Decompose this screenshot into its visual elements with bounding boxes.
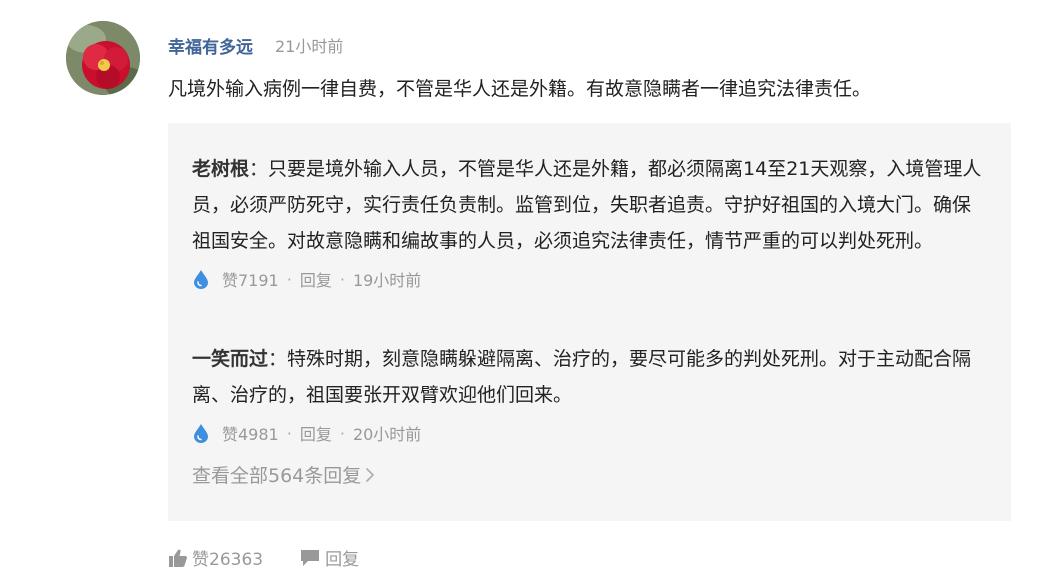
- comment-time: 21小时前: [275, 37, 344, 56]
- separator-dot: ·: [339, 269, 345, 289]
- reply-text: 只要是境外输入人员，不管是华人还是外籍，都必须隔离14至21天观察，入境管理人员…: [192, 158, 982, 252]
- avatar[interactable]: [66, 21, 140, 95]
- replies-panel: 老树根：只要是境外输入人员，不管是华人还是外籍，都必须隔离14至21天观察，入境…: [168, 123, 1011, 521]
- username[interactable]: 幸福有多远: [168, 33, 253, 58]
- reply-label: 回复: [325, 550, 360, 570]
- view-all-replies-link[interactable]: 查看全部564条回复: [192, 461, 375, 488]
- chevron-right-icon: [366, 467, 375, 482]
- reply-button[interactable]: 回复: [300, 267, 332, 291]
- water-drop-icon[interactable]: [192, 423, 210, 443]
- reply-username[interactable]: 老树根: [192, 158, 249, 180]
- reply-time: 19小时前: [352, 271, 422, 290]
- comment: 幸福有多远 21小时前 凡境外输入病例一律自费，不管是华人还是外籍。有故意隐瞒者…: [168, 30, 1011, 104]
- comment-header: 幸福有多远 21小时前: [168, 30, 1011, 60]
- reply-colon: ：: [268, 348, 288, 370]
- separator-dot: ·: [286, 423, 292, 443]
- like-button[interactable]: 赞26363: [168, 545, 263, 570]
- speech-bubble-icon: [301, 549, 320, 566]
- reply-content: 老树根：只要是境外输入人员，不管是华人还是外籍，都必须隔离14至21天观察，入境…: [192, 151, 987, 259]
- comment-text: 凡境外输入病例一律自费，不管是华人还是外籍。有故意隐瞒者一律追究法律责任。: [168, 78, 872, 100]
- like-count: 赞26363: [192, 550, 264, 570]
- separator-dot: ·: [339, 423, 345, 443]
- separator-dot: ·: [286, 269, 292, 289]
- reply-button[interactable]: 回复: [300, 421, 332, 445]
- water-drop-icon[interactable]: [192, 269, 210, 289]
- reply-username[interactable]: 一笑而过: [192, 348, 268, 370]
- reply-button[interactable]: 回复: [299, 545, 359, 570]
- reply-item: 老树根：只要是境外输入人员，不管是华人还是外籍，都必须隔离14至21天观察，入境…: [192, 151, 987, 293]
- reply-content: 一笑而过：特殊时期，刻意隐瞒躲避隔离、治疗的，要尽可能多的判处死刑。对于主动配合…: [192, 341, 987, 413]
- view-all-label: 查看全部564条回复: [192, 465, 362, 487]
- thumbs-up-icon: [169, 549, 187, 567]
- comment-actions: 赞26363 回复: [168, 545, 359, 570]
- reply-meta: 赞4981 · 回复 · 20小时前: [192, 419, 987, 447]
- reply-item: 一笑而过：特殊时期，刻意隐瞒躲避隔离、治疗的，要尽可能多的判处死刑。对于主动配合…: [192, 341, 987, 447]
- reply-like-count[interactable]: 赞4981: [222, 421, 279, 445]
- reply-meta: 赞7191 · 回复 · 19小时前: [192, 265, 987, 293]
- reply-text: 特殊时期，刻意隐瞒躲避隔离、治疗的，要尽可能多的判处死刑。对于主动配合隔离、治疗…: [192, 348, 972, 406]
- reply-like-count[interactable]: 赞7191: [222, 267, 279, 291]
- avatar-image: [66, 21, 140, 95]
- reply-colon: ：: [249, 158, 269, 180]
- reply-time: 20小时前: [352, 425, 422, 444]
